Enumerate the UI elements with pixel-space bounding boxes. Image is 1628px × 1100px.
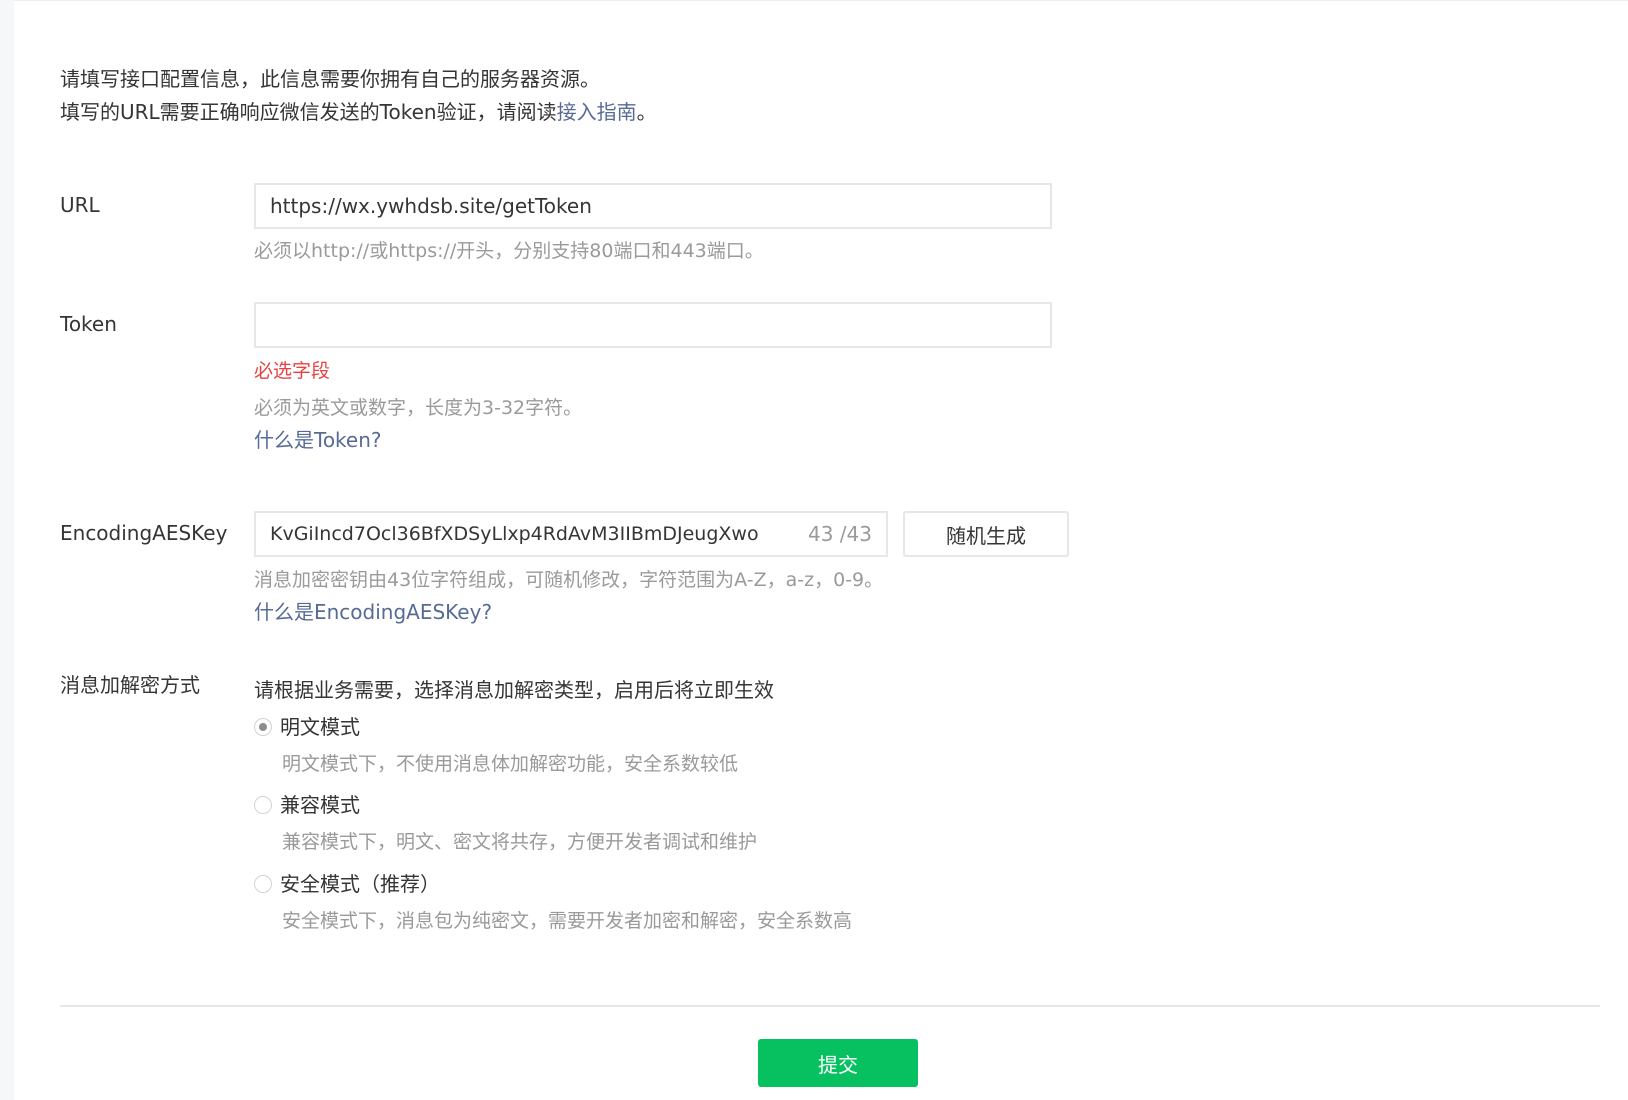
access-guide-link[interactable]: 接入指南 [557, 100, 637, 124]
radio-unchecked-icon[interactable] [254, 875, 272, 893]
url-input[interactable] [254, 183, 1052, 229]
radio-compatible-mode[interactable]: 兼容模式 [254, 790, 360, 820]
aes-key-counter: 43 /43 [808, 522, 872, 546]
encryption-mode-label: 消息加解密方式 [60, 673, 200, 697]
what-is-token-link[interactable]: 什么是Token? [254, 425, 382, 455]
radio-checked-icon[interactable] [254, 718, 272, 736]
token-tip: 必须为英文或数字，长度为3-32字符。 [254, 397, 583, 419]
radio-secure-mode[interactable]: 安全模式（推荐） [254, 869, 440, 899]
divider [60, 1005, 1600, 1007]
plaintext-mode-tip: 明文模式下，不使用消息体加解密功能，安全系数较低 [282, 753, 739, 775]
radio-plaintext-mode[interactable]: 明文模式 [254, 712, 360, 742]
intro-line-2: 填写的URL需要正确响应微信发送的Token验证，请阅读接入指南。 [60, 96, 657, 129]
intro-text: 请填写接口配置信息，此信息需要你拥有自己的服务器资源。 填写的URL需要正确响应… [60, 63, 657, 129]
url-label: URL [60, 193, 100, 217]
token-label: Token [60, 312, 117, 336]
token-input[interactable] [254, 302, 1052, 348]
aes-key-field: 43 /43 [254, 511, 888, 557]
aes-key-label: EncodingAESKey [60, 521, 228, 545]
aes-key-tip: 消息加密密钥由43位字符组成，可随机修改，字符范围为A-Z，a-z，0-9。 [254, 569, 884, 591]
aes-key-input[interactable] [270, 523, 800, 545]
intro-line-1: 请填写接口配置信息，此信息需要你拥有自己的服务器资源。 [60, 67, 600, 91]
config-panel: 请填写接口配置信息，此信息需要你拥有自己的服务器资源。 填写的URL需要正确响应… [14, 0, 1628, 1100]
radio-label-secure: 安全模式（推荐） [280, 872, 440, 896]
intro-line-2-suffix: 。 [636, 100, 657, 124]
what-is-aes-key-link[interactable]: 什么是EncodingAESKey? [254, 597, 492, 627]
url-tip: 必须以http://或https://开头，分别支持80端口和443端口。 [254, 240, 764, 262]
radio-label-plaintext: 明文模式 [280, 715, 360, 739]
compatible-mode-tip: 兼容模式下，明文、密文将共存，方便开发者调试和维护 [282, 831, 758, 853]
random-generate-button[interactable]: 随机生成 [903, 511, 1069, 557]
encryption-mode-description: 请根据业务需要，选择消息加解密类型，启用后将立即生效 [254, 678, 774, 702]
radio-unchecked-icon[interactable] [254, 796, 272, 814]
intro-line-2-prefix: 填写的URL需要正确响应微信发送的Token验证，请阅读 [60, 100, 557, 124]
radio-label-compatible: 兼容模式 [280, 793, 360, 817]
token-error: 必选字段 [254, 360, 331, 382]
secure-mode-tip: 安全模式下，消息包为纯密文，需要开发者加密和解密，安全系数高 [282, 910, 853, 932]
submit-button[interactable]: 提交 [758, 1039, 918, 1087]
